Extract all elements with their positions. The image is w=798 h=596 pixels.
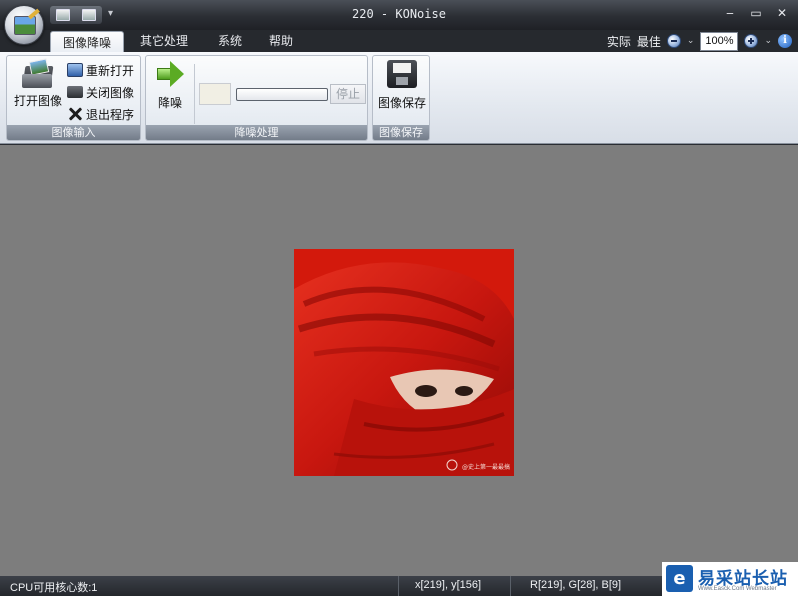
tab-system[interactable]: 系统 xyxy=(206,30,254,52)
close-image-icon xyxy=(67,86,83,98)
cursor-coords: x[219], y[156] xyxy=(415,579,482,591)
denoise-progress-bar xyxy=(236,88,328,101)
zoom-out-icon[interactable] xyxy=(666,34,681,48)
open-folder-icon xyxy=(22,58,54,90)
open-image-label: 打开图像 xyxy=(13,94,62,108)
loaded-photo: @史上第一最最搞 xyxy=(294,249,514,476)
maximize-button[interactable]: ▭ xyxy=(748,6,764,20)
exit-program-label: 退出程序 xyxy=(86,107,135,122)
status-divider xyxy=(510,576,511,596)
save-image-button[interactable]: 图像保存 xyxy=(375,60,429,111)
title-bar: ▾ 220 - KONoise ‒ ▭ ✕ xyxy=(0,0,798,30)
denoise-button[interactable]: 降噪 xyxy=(150,60,190,111)
stop-button[interactable]: 停止 xyxy=(330,84,366,104)
group-label-input: 图像输入 xyxy=(7,125,140,140)
pixel-rgb: R[219], G[28], B[9] xyxy=(530,579,622,591)
info-icon[interactable]: i xyxy=(778,34,792,48)
tab-denoise[interactable]: 图像降噪 xyxy=(50,31,125,53)
reopen-icon xyxy=(67,63,83,77)
ribbon-panel: 打开图像 重新打开 关闭图像 退出程序 图像输入 降噪 停止 降噪处理 图像保存… xyxy=(0,52,798,144)
reopen-label: 重新打开 xyxy=(86,63,135,78)
exit-x-icon xyxy=(67,106,83,122)
denoise-label: 降噪 xyxy=(157,96,182,110)
photo-watermark-text: @史上第一最最搞 xyxy=(462,464,511,471)
group-image-input: 打开图像 重新打开 关闭图像 退出程序 图像输入 xyxy=(6,55,141,141)
site-logo-icon: e xyxy=(666,565,693,592)
status-divider xyxy=(398,576,399,596)
best-fit-button[interactable]: 最佳 xyxy=(637,33,661,50)
zoom-in-icon[interactable] xyxy=(744,34,759,48)
application-menu-button[interactable] xyxy=(4,5,44,45)
close-button[interactable]: ✕ xyxy=(774,6,790,20)
chevron-down-icon[interactable]: ⌄ xyxy=(687,36,695,46)
paint-icon xyxy=(14,16,36,35)
chevron-down-icon[interactable]: ⌄ xyxy=(764,36,772,46)
close-image-label: 关闭图像 xyxy=(86,85,135,100)
cpu-core-status: CPU可用核心数:1 xyxy=(10,582,98,594)
group-label-save: 图像保存 xyxy=(373,125,429,140)
green-arrow-icon xyxy=(155,60,185,88)
watermark-subtitle: Www.Easck.Com Webmaster xyxy=(698,586,777,592)
separator xyxy=(194,64,195,124)
reopen-button[interactable]: 重新打开 xyxy=(67,60,134,80)
color-swatch[interactable] xyxy=(199,83,231,105)
ribbon-tabs: 图像降噪 其它处理 系统 帮助 实际 最佳 ⌄ 100% ⌄ i xyxy=(0,30,798,53)
actual-size-button[interactable]: 实际 xyxy=(607,33,631,50)
floppy-disk-icon xyxy=(387,60,417,88)
group-image-save: 图像保存 图像保存 xyxy=(372,55,430,141)
site-watermark: e 易采站长站 Www.Easck.Com Webmaster xyxy=(662,562,798,596)
close-image-button[interactable]: 关闭图像 xyxy=(67,82,134,102)
minimize-button[interactable]: ‒ xyxy=(722,6,738,20)
exit-program-button[interactable]: 退出程序 xyxy=(67,104,134,124)
image-canvas[interactable]: @史上第一最最搞 xyxy=(0,145,798,576)
group-label-denoise: 降噪处理 xyxy=(146,125,367,140)
window-title: 220 - KONoise xyxy=(352,7,446,21)
tab-other[interactable]: 其它处理 xyxy=(128,30,200,52)
open-image-button[interactable]: 打开图像 xyxy=(11,58,65,109)
tab-help[interactable]: 帮助 xyxy=(257,30,305,52)
group-denoise: 降噪 停止 降噪处理 xyxy=(145,55,368,141)
save-image-label: 图像保存 xyxy=(377,96,426,110)
zoom-level-field[interactable]: 100% xyxy=(700,31,739,51)
photo-drawing xyxy=(294,249,514,476)
